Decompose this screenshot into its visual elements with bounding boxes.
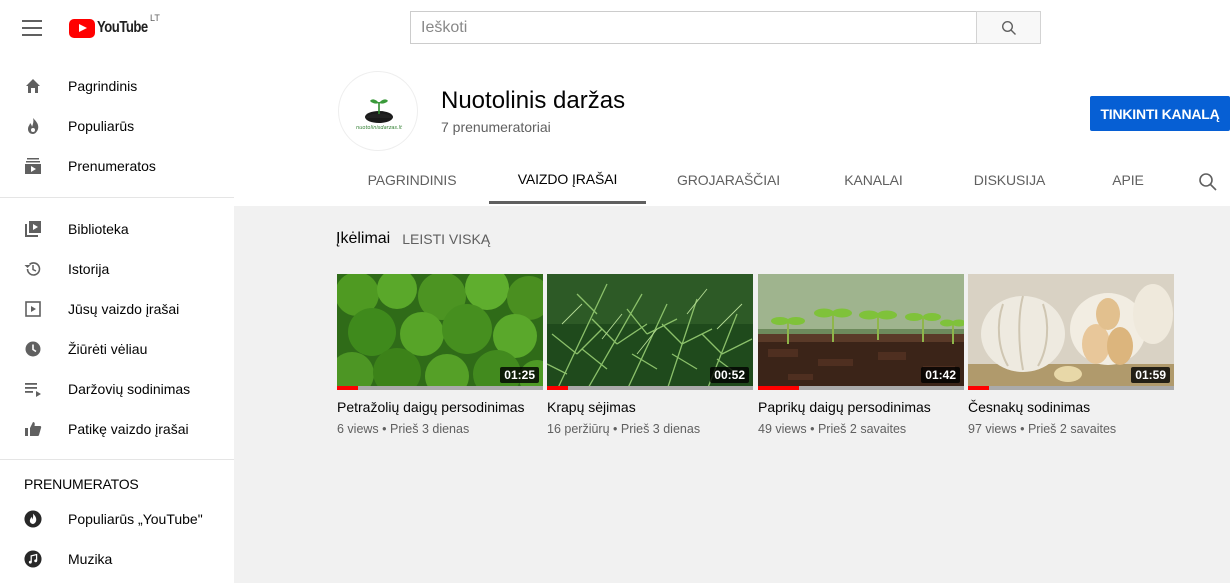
search-input[interactable]: Ieškoti (410, 11, 976, 44)
sidebar-item-label: Istorija (68, 261, 110, 277)
sidebar-item-label: Muzika (68, 551, 113, 567)
sidebar-item-library[interactable]: Biblioteka (0, 209, 234, 249)
customize-channel-button[interactable]: TINKINTI KANALĄ (1090, 96, 1230, 131)
subscriptions-heading: PRENUMERATOS (24, 476, 139, 492)
tab-home[interactable]: PAGRINDINIS (346, 156, 478, 204)
video-meta: 6 views • Prieš 3 dienas (337, 422, 470, 436)
library-icon (24, 220, 42, 238)
channel-tabs: PAGRINDINIS VAIZDO ĮRAŠAI GROJARAŠČIAI K… (234, 156, 1230, 206)
sidebar-item-label: Žiūrėti vėliau (68, 341, 148, 357)
tab-about[interactable]: APIE (1083, 156, 1173, 204)
video-card[interactable]: 01:59 Česnakų sodinimas 97 views • Prieš… (968, 274, 1174, 436)
subscriber-count: 7 prenumeratoriai (441, 119, 551, 135)
sidebar-item-label: Populiarūs (68, 118, 135, 134)
watch-progress-bar (968, 386, 1174, 390)
video-title[interactable]: Česnakų sodinimas (968, 399, 1158, 416)
sidebar-item-watch-later[interactable]: Žiūrėti vėliau (0, 329, 234, 369)
sidebar-item-label: Populiarūs „YouTube" (68, 511, 203, 527)
watch-progress-bar (547, 386, 753, 390)
sprout-logo-icon: nuotolinisdarzas.lt (356, 99, 403, 131)
video-duration: 01:25 (500, 367, 539, 383)
video-title[interactable]: Paprikų daigų persodinimas (758, 399, 948, 416)
main-content: nuotolinisdarzas.lt Nuotolinis daržas 7 … (234, 56, 1230, 583)
tab-playlists[interactable]: GROJARAŠČIAI (656, 156, 801, 204)
sidebar-item-music[interactable]: Muzika (0, 539, 234, 579)
home-icon (24, 77, 42, 95)
sidebar-item-liked-videos[interactable]: Patikę vaizdo įrašai (0, 409, 234, 449)
playlist-icon (24, 380, 42, 398)
sidebar-item-home[interactable]: Pagrindinis (0, 66, 234, 106)
music-icon (24, 550, 42, 568)
logo-text: YouTube (97, 19, 148, 36)
youtube-logo[interactable]: YouTube LT (69, 13, 160, 38)
video-meta: 16 peržiūrų • Prieš 3 dienas (547, 422, 701, 436)
watch-progress-fill (337, 386, 358, 390)
thumbs-up-icon (24, 420, 42, 438)
channel-avatar[interactable]: nuotolinisdarzas.lt (338, 71, 418, 151)
sidebar-item-popular-youtube[interactable]: Populiarūs „YouTube" (0, 499, 234, 539)
video-thumbnail[interactable]: 01:59 (968, 274, 1174, 390)
play-all-button[interactable]: LEISTI VISKĄ (402, 231, 490, 247)
video-duration: 01:42 (921, 367, 960, 383)
sidebar-item-label: Biblioteka (68, 221, 129, 237)
video-thumbnail[interactable]: 00:52 (547, 274, 753, 390)
search-placeholder: Ieškoti (421, 18, 468, 36)
tab-videos[interactable]: VAIZDO ĮRAŠAI (489, 156, 646, 204)
video-duration: 00:52 (710, 367, 749, 383)
search-icon (1001, 20, 1016, 35)
svg-text:nuotolinisdarzas.lt: nuotolinisdarzas.lt (356, 125, 403, 131)
tab-channels[interactable]: KANALAI (811, 156, 936, 204)
subscriptions-icon (24, 157, 42, 175)
menu-icon[interactable] (22, 20, 42, 36)
watch-progress-bar (758, 386, 964, 390)
sidebar-divider (0, 459, 234, 460)
youtube-play-icon (69, 18, 95, 38)
video-title[interactable]: Krapų sėjimas (547, 399, 737, 416)
search-button[interactable] (976, 11, 1041, 44)
logo-country: LT (150, 13, 160, 23)
sidebar-item-trending[interactable]: Populiarūs (0, 106, 234, 146)
tab-discussion[interactable]: DISKUSIJA (946, 156, 1073, 204)
top-bar: YouTube LT Ieškoti (0, 0, 1230, 56)
video-card[interactable]: 01:42 Paprikų daigų persodinimas 49 view… (758, 274, 964, 436)
video-thumbnail[interactable]: 01:42 (758, 274, 964, 390)
sidebar-item-playlist[interactable]: Daržovių sodinimas (0, 369, 234, 409)
watch-progress-fill (968, 386, 989, 390)
sidebar: Pagrindinis Populiarūs Prenumeratos Bibl… (0, 56, 234, 583)
video-card[interactable]: 01:25 Petražolių daigų persodinimas 6 vi… (337, 274, 543, 436)
popular-youtube-icon (24, 510, 42, 528)
video-duration: 01:59 (1131, 367, 1170, 383)
sidebar-item-label: Prenumeratos (68, 158, 156, 174)
video-thumbnail[interactable]: 01:25 (337, 274, 543, 390)
history-icon (24, 260, 42, 278)
watch-progress-fill (547, 386, 568, 390)
channel-header: nuotolinisdarzas.lt Nuotolinis daržas 7 … (234, 56, 1230, 206)
video-title[interactable]: Petražolių daigų persodinimas (337, 399, 527, 416)
watch-later-icon (24, 340, 42, 358)
channel-title: Nuotolinis daržas (441, 87, 626, 114)
sidebar-item-label: Daržovių sodinimas (68, 381, 191, 397)
channel-search-icon[interactable] (1197, 171, 1219, 193)
watch-progress-fill (758, 386, 800, 390)
trending-icon (24, 117, 42, 135)
sidebar-item-your-videos[interactable]: Jūsų vaizdo įrašai (0, 289, 234, 329)
sidebar-item-label: Jūsų vaizdo įrašai (68, 301, 180, 317)
uploads-section-header: Įkėlimai LEISTI VISKĄ (336, 230, 490, 248)
watch-progress-bar (337, 386, 543, 390)
video-meta: 97 views • Prieš 2 savaites (968, 422, 1117, 436)
video-card[interactable]: 00:52 Krapų sėjimas 16 peržiūrų • Prieš … (547, 274, 753, 436)
sidebar-item-label: Patikę vaizdo įrašai (68, 421, 189, 437)
sidebar-item-subscriptions[interactable]: Prenumeratos (0, 146, 234, 186)
sidebar-item-history[interactable]: Istorija (0, 249, 234, 289)
sidebar-item-label: Pagrindinis (68, 78, 138, 94)
sidebar-divider (0, 197, 234, 198)
your-videos-icon (24, 300, 42, 318)
video-meta: 49 views • Prieš 2 savaites (758, 422, 907, 436)
uploads-title: Įkėlimai (336, 230, 391, 247)
